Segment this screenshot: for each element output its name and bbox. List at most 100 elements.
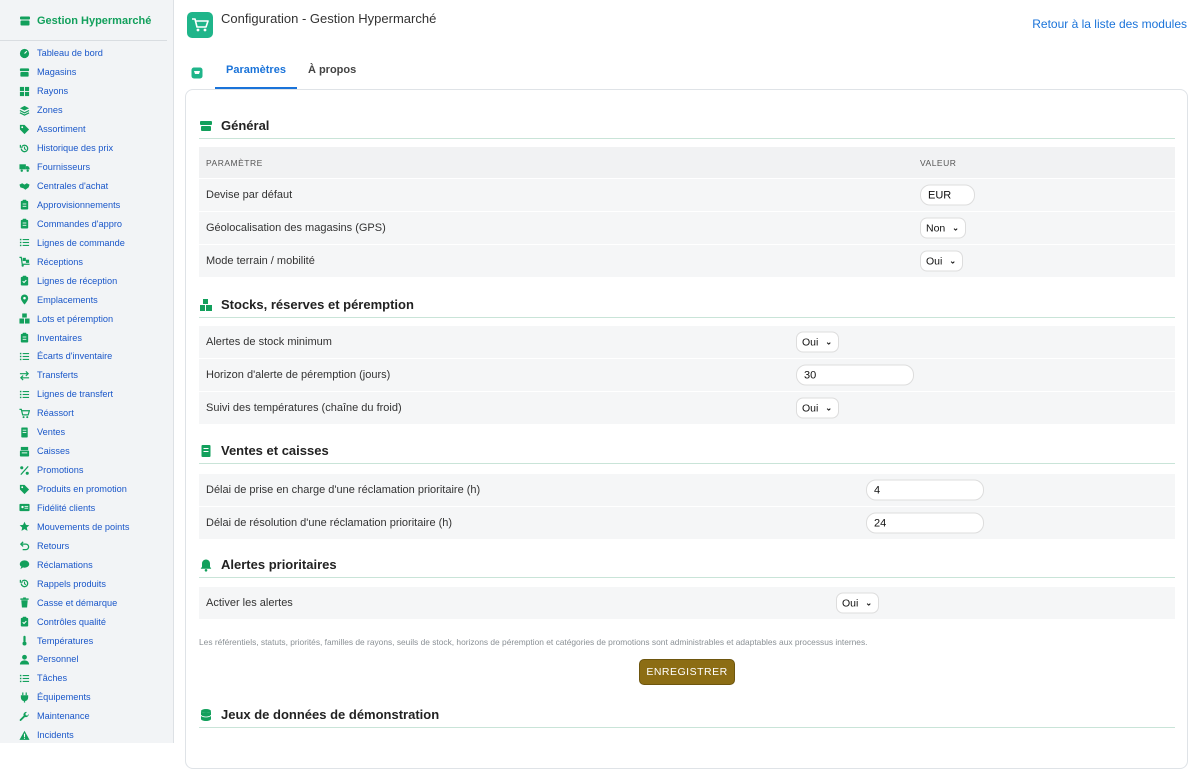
min-stock-alert-select[interactable]: Oui ⌄: [796, 331, 840, 353]
gauge-icon: [19, 48, 30, 59]
param-label: Mode terrain / mobilité: [206, 255, 315, 267]
truck-icon: [19, 162, 30, 173]
cart-icon: [192, 18, 209, 32]
table-row: Géolocalisation des magasins (GPS) Non ⌄: [199, 212, 1175, 244]
table-row: Délai de résolution d'une réclamation pr…: [199, 507, 1175, 539]
sidebar-item[interactable]: Tâches: [0, 669, 173, 688]
sidebar-item-label: Écarts d'inventaire: [37, 351, 113, 362]
sidebar-menu: Tableau de bord Magasins Rayons Zones Assort…: [0, 41, 173, 743]
section-title: Alertes prioritaires: [221, 557, 337, 572]
field-mode-select[interactable]: Oui ⌄: [920, 250, 964, 272]
handshake-icon: [19, 181, 30, 192]
sidebar-item[interactable]: Équipements: [0, 688, 173, 707]
sidebar-item[interactable]: Transferts: [0, 366, 173, 385]
sidebar-item-label: Incidents: [37, 730, 74, 741]
param-label: Suivi des températures (chaîne du froid): [206, 402, 402, 414]
back-to-modules-link[interactable]: Retour à la liste des modules: [1032, 17, 1187, 31]
boxes-icon: [199, 298, 213, 312]
section-stocks: Stocks, réserves et péremption Alertes d…: [199, 292, 1175, 424]
sidebar-item[interactable]: Produits en promotion: [0, 480, 173, 499]
sidebar-brand[interactable]: Gestion Hypermarché: [0, 0, 167, 41]
receipt-icon: [199, 444, 213, 458]
sidebar-item[interactable]: Rappels produits: [0, 574, 173, 593]
sidebar-item[interactable]: Commandes d'appro: [0, 214, 173, 233]
section-general: Général PARAMÈTRE VALEUR Devise par défa…: [199, 113, 1175, 277]
sidebar-item-label: Équipements: [37, 692, 91, 703]
claim-resolution-delay-input[interactable]: 24: [866, 512, 984, 534]
transfer-icon: [19, 370, 30, 381]
wrench-icon: [19, 711, 30, 722]
sidebar-item-label: Lignes de réception: [37, 275, 118, 286]
tab-settings[interactable]: Paramètres: [215, 55, 297, 89]
section-sales: Ventes et caisses Délai de prise en char…: [199, 438, 1175, 539]
currency-input[interactable]: EUR: [920, 184, 975, 206]
sidebar-item[interactable]: Inventaires: [0, 328, 173, 347]
clipboard-check-icon: [19, 616, 30, 627]
sidebar-item-label: Magasins: [37, 67, 77, 78]
sidebar-item-label: Emplacements: [37, 294, 98, 305]
sidebar-item[interactable]: Mouvements de points: [0, 517, 173, 536]
sidebar-item-label: Fidélité clients: [37, 502, 96, 513]
table-row: Activer les alertes Oui ⌄: [199, 587, 1175, 619]
temperature-tracking-select[interactable]: Oui ⌄: [796, 397, 840, 419]
sidebar-item[interactable]: Incidents: [0, 726, 173, 743]
sidebar-item[interactable]: Ventes: [0, 423, 173, 442]
sidebar-item[interactable]: Lignes de commande: [0, 233, 173, 252]
table-header: PARAMÈTRE VALEUR: [199, 147, 1175, 178]
sidebar-item[interactable]: Réceptions: [0, 252, 173, 271]
tab-bar: Paramètres À propos: [187, 55, 367, 89]
sidebar-item[interactable]: Maintenance: [0, 707, 173, 726]
param-label: Horizon d'alerte de péremption (jours): [206, 369, 391, 381]
sidebar-item[interactable]: Emplacements: [0, 290, 173, 309]
sidebar-item[interactable]: Assortiment: [0, 120, 173, 139]
table-row: Alertes de stock minimum Oui ⌄: [199, 326, 1175, 358]
section-header: Stocks, réserves et péremption: [199, 292, 1175, 318]
sidebar-item-label: Lignes de transfert: [37, 389, 114, 400]
sidebar-item[interactable]: Réassort: [0, 404, 173, 423]
expiry-horizon-input[interactable]: 30: [796, 364, 914, 386]
tab-about[interactable]: À propos: [297, 55, 367, 89]
sidebar-item[interactable]: Fournisseurs: [0, 158, 173, 177]
sidebar-item[interactable]: Retours: [0, 536, 173, 555]
sidebar-item[interactable]: Zones: [0, 101, 173, 120]
select-value: Oui: [802, 402, 819, 414]
sidebar-item[interactable]: Lignes de transfert: [0, 385, 173, 404]
module-icon: [187, 55, 207, 89]
sidebar-item[interactable]: Écarts d'inventaire: [0, 347, 173, 366]
sidebar-item[interactable]: Historique des prix: [0, 139, 173, 158]
sidebar-item-label: Promotions: [37, 465, 84, 476]
app-logo: [187, 12, 213, 38]
param-label: Délai de résolution d'une réclamation pr…: [206, 517, 453, 529]
boxes-icon: [19, 313, 30, 324]
chevron-down-icon: ⌄: [949, 256, 957, 266]
section-alerts: Alertes prioritaires Activer les alertes…: [199, 552, 1175, 619]
sidebar-item[interactable]: Rayons: [0, 82, 173, 101]
sidebar-item[interactable]: Lots et péremption: [0, 309, 173, 328]
sidebar-item[interactable]: Approvisionnements: [0, 196, 173, 215]
dolly-icon: [19, 256, 30, 268]
sidebar-item[interactable]: Contrôles qualité: [0, 612, 173, 631]
chevron-down-icon: ⌄: [825, 403, 833, 413]
claim-takeover-delay-input[interactable]: 4: [866, 479, 984, 501]
page-title: Configuration - Gestion Hypermarché: [221, 11, 437, 26]
sidebar-item-label: Rappels produits: [37, 578, 106, 589]
receipt-icon: [19, 427, 30, 438]
section-header: Général: [199, 113, 1175, 139]
sidebar-item[interactable]: Personnel: [0, 650, 173, 669]
gps-select[interactable]: Non ⌄: [920, 217, 966, 239]
sidebar-item[interactable]: Magasins: [0, 63, 173, 82]
sidebar-item[interactable]: Centrales d'achat: [0, 177, 173, 196]
sidebar-item[interactable]: Tableau de bord: [0, 44, 173, 63]
sidebar-item[interactable]: Réclamations: [0, 555, 173, 574]
sidebar-item-label: Commandes d'appro: [37, 218, 122, 229]
sidebar-item[interactable]: Lignes de réception: [0, 271, 173, 290]
sidebar-item[interactable]: Promotions: [0, 461, 173, 480]
sidebar-item[interactable]: Caisses: [0, 442, 173, 461]
enable-alerts-select[interactable]: Oui ⌄: [836, 592, 880, 614]
sidebar-item-label: Tâches: [37, 673, 68, 684]
sidebar-item[interactable]: Fidélité clients: [0, 499, 173, 518]
save-button[interactable]: ENREGISTRER: [639, 659, 735, 685]
sidebar-item[interactable]: Températures: [0, 631, 173, 650]
sidebar-item-label: Rayons: [37, 86, 69, 97]
sidebar-item[interactable]: Casse et démarque: [0, 593, 173, 612]
